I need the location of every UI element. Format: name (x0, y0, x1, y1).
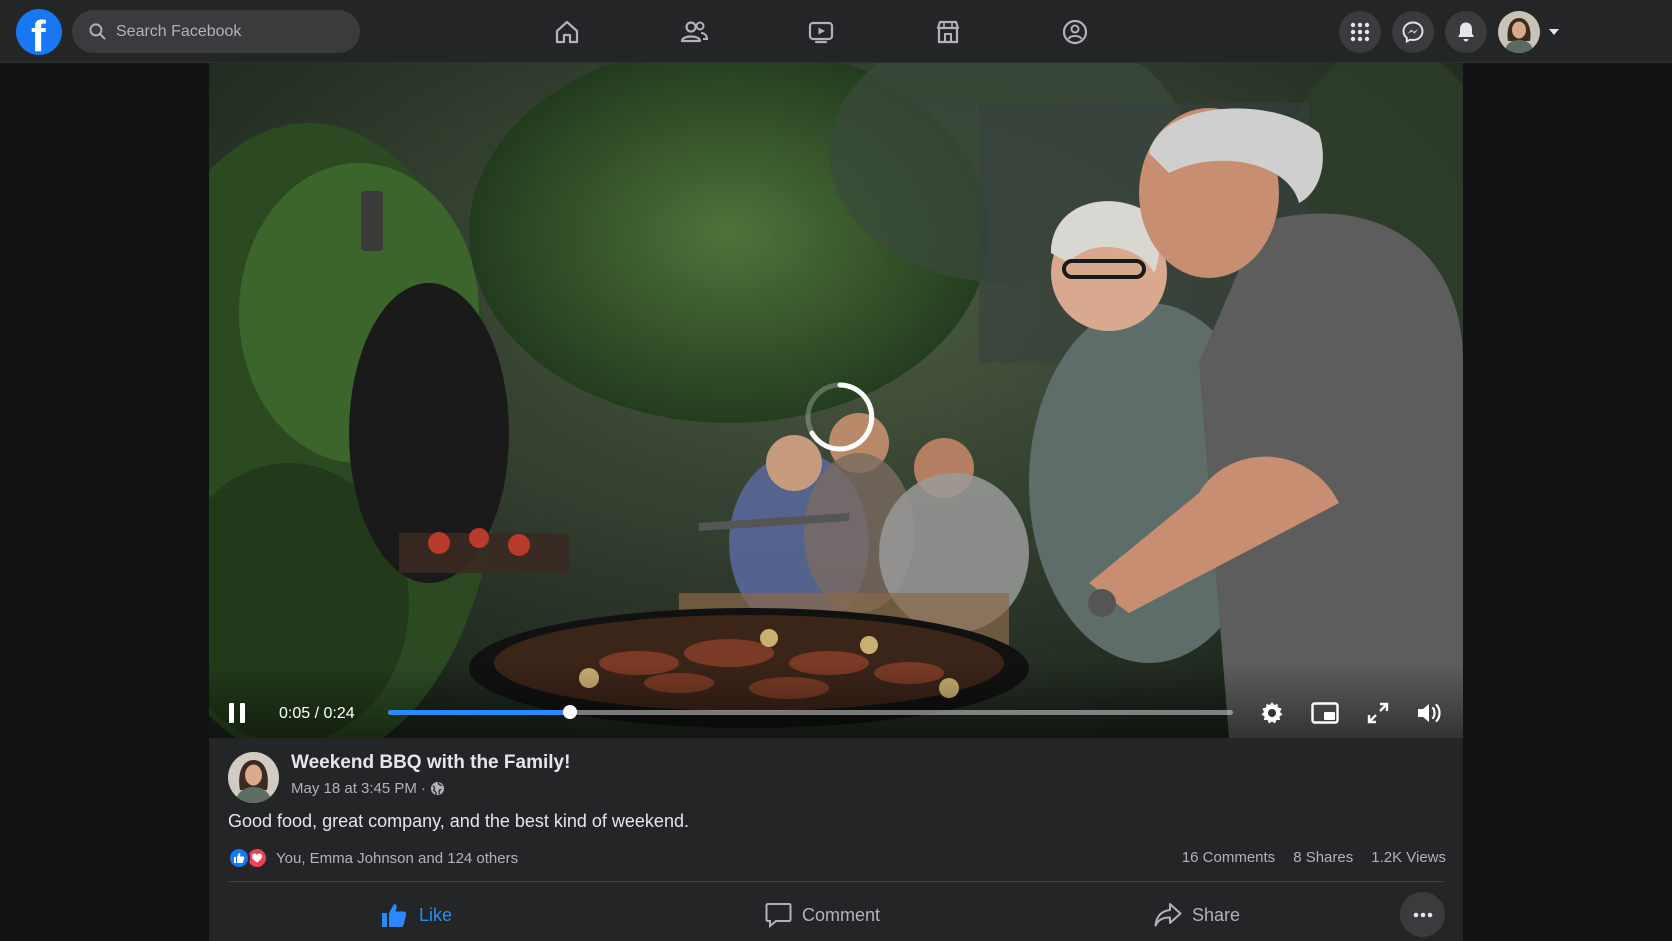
views-count: 1.2K Views (1371, 849, 1446, 866)
like-button[interactable]: Like (381, 893, 452, 937)
comment-button[interactable]: Comment (765, 893, 880, 937)
tab-watch[interactable] (769, 10, 873, 54)
bell-icon (1458, 22, 1474, 42)
time-display: 0:05 / 0:24 (279, 705, 355, 722)
comments-count[interactable]: 16 Comments (1182, 849, 1275, 866)
menu-button[interactable] (1339, 11, 1381, 53)
globe-icon (430, 781, 444, 796)
chevron-down-icon[interactable] (1548, 28, 1560, 36)
search-box[interactable] (72, 10, 360, 53)
tab-marketplace[interactable] (896, 10, 1000, 54)
author-avatar[interactable] (228, 752, 279, 803)
notifications-button[interactable] (1445, 11, 1487, 53)
post-title[interactable]: Weekend BBQ with the Family! (291, 752, 570, 774)
share-label: Share (1192, 904, 1241, 925)
more-horizontal-icon (1413, 912, 1432, 917)
author-photo (228, 752, 279, 803)
post-meta: May 18 at 3:45 PM · (291, 780, 445, 797)
search-icon (89, 23, 106, 40)
settings-icon (1261, 702, 1283, 724)
messenger-button[interactable] (1392, 11, 1434, 53)
post-date[interactable]: May 18 at 3:45 PM (291, 780, 417, 797)
comment-label: Comment (802, 904, 881, 925)
tab-groups[interactable] (1023, 10, 1127, 54)
fullscreen-icon (1367, 702, 1389, 724)
facebook-logo[interactable]: f (16, 9, 62, 55)
loading-spinner (805, 382, 875, 452)
video-icon (808, 21, 834, 44)
search-input[interactable] (116, 10, 346, 53)
tab-friends[interactable] (642, 10, 746, 54)
pause-button[interactable] (223, 699, 251, 727)
avatar[interactable] (1498, 11, 1540, 53)
top-navigation-bar: f (0, 0, 1672, 63)
groups-icon (1062, 19, 1088, 45)
home-icon (555, 20, 579, 44)
messenger-icon (1402, 21, 1424, 43)
settings-button[interactable] (1258, 699, 1286, 727)
picture-in-picture-icon (1311, 702, 1339, 724)
video-controls: 0:05 / 0:24 (209, 663, 1463, 738)
progress-scrubber[interactable] (562, 705, 577, 719)
picture-in-picture-button[interactable] (1310, 699, 1340, 727)
thumbs-up-icon (382, 904, 407, 927)
meta-separator: · (420, 780, 426, 797)
volume-icon (1418, 703, 1441, 723)
like-label: Like (419, 904, 453, 925)
like-icon (228, 847, 250, 869)
fullscreen-button[interactable] (1364, 699, 1392, 727)
reactions-summary[interactable]: You, Emma Johnson and 124 others (228, 847, 518, 869)
post-stats: 16 Comments 8 Shares 1.2K Views (1182, 849, 1446, 866)
reactions-text[interactable]: You, Emma Johnson and 124 others (276, 850, 518, 867)
grid-menu-icon (1350, 22, 1370, 42)
more-options-button[interactable] (1400, 892, 1445, 937)
store-icon (936, 20, 960, 44)
video-post-card: 0:05 / 0:24 Weekend BBQ with the Family!… (209, 63, 1463, 941)
video-player[interactable]: 0:05 / 0:24 (209, 63, 1463, 738)
profile-photo (1498, 11, 1540, 53)
friends-icon (680, 21, 709, 43)
progress-bar[interactable] (388, 705, 1233, 719)
share-icon (1154, 903, 1182, 927)
pause-icon (229, 703, 245, 723)
shares-count[interactable]: 8 Shares (1293, 849, 1353, 866)
post-body-text: Good food, great company, and the best k… (228, 811, 689, 831)
volume-button[interactable] (1415, 699, 1445, 727)
progress-played (388, 710, 570, 715)
share-button[interactable]: Share (1154, 893, 1240, 937)
comment-icon (765, 903, 792, 928)
tab-home[interactable] (515, 10, 619, 54)
divider (228, 881, 1444, 882)
